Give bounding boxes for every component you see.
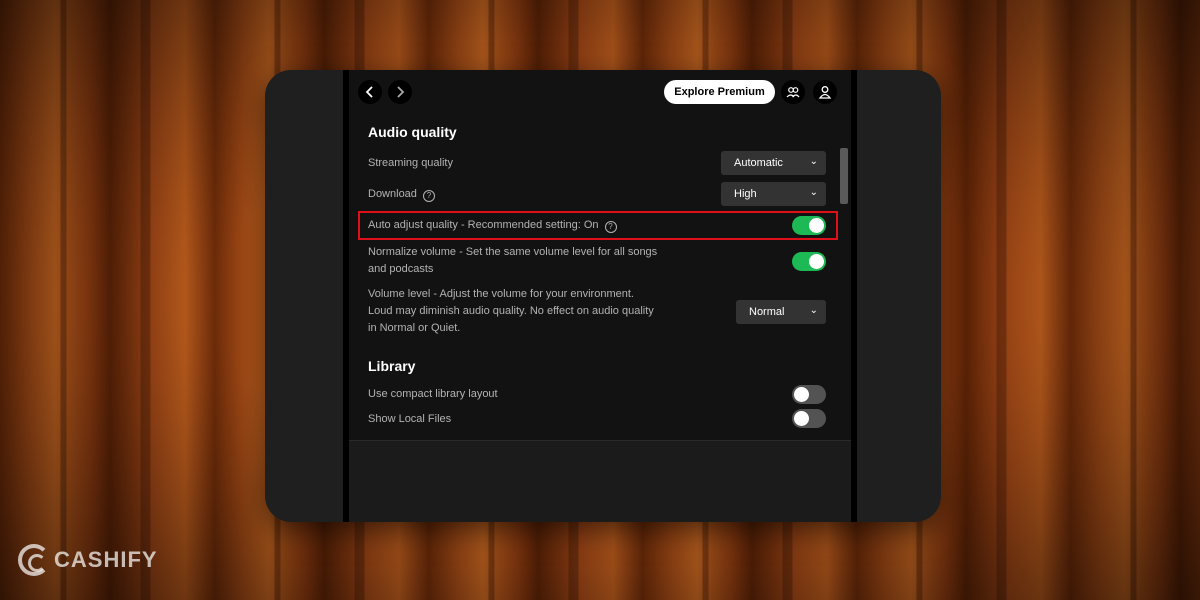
volume-level-line3: in Normal or Quiet.	[368, 322, 461, 334]
streaming-quality-value: Automatic	[734, 157, 783, 169]
compact-layout-label: Use compact library layout	[368, 388, 498, 400]
chevron-left-icon	[365, 86, 373, 98]
chevron-right-icon	[397, 86, 405, 98]
cashify-logo-text: CASHIFY	[54, 547, 158, 572]
compact-layout-toggle[interactable]	[792, 385, 826, 404]
toggle-knob	[794, 387, 809, 402]
volume-level-line1: Volume level - Adjust the volume for you…	[368, 288, 634, 300]
auto-adjust-label-row: Auto adjust quality - Recommended settin…	[368, 217, 617, 234]
chevron-down-icon: ⌄	[809, 305, 818, 316]
download-label-row: Download?	[368, 186, 435, 203]
help-icon[interactable]: ?	[604, 221, 617, 233]
normalize-volume-line2: and podcasts	[368, 263, 434, 275]
download-label: Download	[368, 188, 417, 200]
toggle-knob	[809, 218, 824, 233]
streaming-quality-label: Streaming quality	[368, 157, 453, 169]
volume-level-label: Volume level - Adjust the volume for you…	[368, 286, 654, 337]
volume-level-value: Normal	[749, 306, 785, 318]
app-window: Explore Premium Audio quality Streaming …	[265, 70, 941, 522]
auto-adjust-label: Auto adjust quality - Recommended settin…	[368, 219, 599, 231]
window-right-divider	[851, 70, 857, 522]
toggle-knob	[794, 411, 809, 426]
volume-level-line2: Loud may diminish audio quality. No effe…	[368, 305, 654, 317]
settings-footer	[349, 440, 851, 522]
explore-premium-button[interactable]: Explore Premium	[664, 80, 775, 104]
audio-quality-heading: Audio quality	[368, 124, 457, 140]
normalize-volume-line1: Normalize volume - Set the same volume l…	[368, 246, 658, 258]
auto-adjust-toggle[interactable]	[792, 216, 826, 235]
download-quality-select[interactable]: High ⌄	[721, 182, 826, 206]
friends-icon	[786, 87, 800, 98]
local-files-toggle[interactable]	[792, 409, 826, 428]
chevron-down-icon: ⌄	[809, 187, 818, 198]
forward-button[interactable]	[388, 80, 412, 104]
local-files-label: Show Local Files	[368, 413, 452, 425]
normalize-volume-toggle[interactable]	[792, 252, 826, 271]
cashify-logo-icon	[18, 544, 50, 576]
cashify-logo: CASHIFY	[18, 544, 158, 576]
download-quality-value: High	[734, 188, 757, 200]
normalize-volume-label: Normalize volume - Set the same volume l…	[368, 244, 657, 278]
friend-activity-button[interactable]	[781, 80, 805, 104]
help-icon[interactable]: ?	[422, 190, 435, 202]
user-icon	[818, 86, 832, 99]
volume-level-select[interactable]: Normal ⌄	[736, 300, 826, 324]
toggle-knob	[809, 254, 824, 269]
scrollbar-thumb[interactable]	[840, 148, 848, 204]
streaming-quality-select[interactable]: Automatic ⌄	[721, 151, 826, 175]
back-button[interactable]	[358, 80, 382, 104]
library-heading: Library	[368, 358, 416, 374]
profile-button[interactable]	[813, 80, 837, 104]
chevron-down-icon: ⌄	[809, 156, 818, 167]
